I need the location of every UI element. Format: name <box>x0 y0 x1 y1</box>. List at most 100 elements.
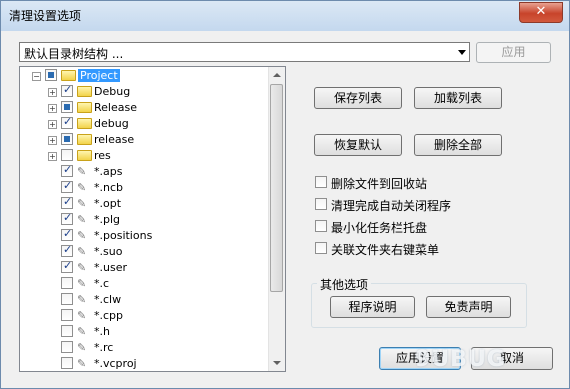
apply-button[interactable]: 应用 <box>476 42 551 63</box>
tree-checkbox[interactable] <box>61 115 73 129</box>
file-pattern-icon: ✎ <box>77 309 87 322</box>
tree-item-label: Debug <box>94 85 131 98</box>
tree-folder-row[interactable]: + Debug <box>20 83 268 100</box>
tree-file-row[interactable]: ✎ *.suo <box>20 243 268 260</box>
tree-file-row[interactable]: ✎ *.positions <box>20 227 268 244</box>
tree-file-row[interactable]: ✎ *.vcproj <box>20 356 268 371</box>
restore-default-button[interactable]: 恢复默认 <box>314 134 402 156</box>
tree-checkbox[interactable] <box>61 357 73 369</box>
tree-checkbox[interactable] <box>61 259 73 273</box>
file-pattern-icon: ✎ <box>77 357 87 370</box>
tree-checkbox[interactable] <box>61 195 73 209</box>
tree-folder-row[interactable]: + debug <box>20 115 268 132</box>
tree-scrollbar[interactable] <box>268 67 285 371</box>
tree-file-row[interactable]: ✎ *.clw <box>20 292 268 308</box>
tree-file-row[interactable]: ✎ *.aps <box>20 163 268 180</box>
option-checkbox[interactable] <box>315 242 327 254</box>
tree-item-label: *.cpp <box>94 309 124 322</box>
folder-icon <box>77 118 92 129</box>
tree-file-row[interactable]: ✎ *.h <box>20 324 268 340</box>
option-label: 清理完成自动关闭程序 <box>331 199 452 213</box>
tree-checkbox[interactable] <box>61 243 73 257</box>
load-list-button[interactable]: 加载列表 <box>414 87 502 109</box>
tree-checkbox[interactable] <box>61 133 73 145</box>
tree-item-label: *.rc <box>94 341 114 354</box>
tree-item-label: *.opt <box>94 197 122 210</box>
tree-file-row[interactable]: ✎ *.rc <box>20 340 268 356</box>
window-title: 清理设置选项 <box>9 9 82 23</box>
tree-item-label: *.h <box>94 325 110 338</box>
tree-checkbox[interactable] <box>61 211 73 225</box>
program-info-button[interactable]: 程序说明 <box>330 296 415 318</box>
option-label: 最小化任务栏托盘 <box>331 221 428 235</box>
collapse-icon[interactable]: − <box>32 72 41 81</box>
title-bar: 清理设置选项 ✕ <box>1 1 569 31</box>
tree-checkbox[interactable] <box>61 179 73 193</box>
tree-checkbox[interactable] <box>61 163 73 177</box>
tree-item-label: *.plg <box>94 213 121 226</box>
preset-select-value: 默认目录树结构 ... <box>24 47 124 61</box>
expand-icon[interactable]: + <box>48 104 57 113</box>
folder-icon <box>77 86 92 97</box>
scroll-down-arrow-icon[interactable] <box>269 355 285 371</box>
chevron-down-icon[interactable] <box>458 50 466 55</box>
tree-file-row[interactable]: ✎ *.ncb <box>20 179 268 196</box>
tree-checkbox[interactable] <box>61 101 73 113</box>
tree-item-label: res <box>94 149 111 162</box>
close-button[interactable]: ✕ <box>519 2 563 23</box>
file-pattern-icon: ✎ <box>77 229 87 242</box>
expand-icon[interactable]: + <box>48 136 57 145</box>
tree-checkbox[interactable] <box>45 69 57 81</box>
scrollbar-thumb[interactable] <box>270 84 283 292</box>
folder-icon <box>77 102 92 113</box>
delete-all-button[interactable]: 删除全部 <box>414 134 502 156</box>
tree-checkbox[interactable] <box>61 309 73 321</box>
option-label: 删除文件到回收站 <box>331 177 428 191</box>
scroll-up-arrow-icon[interactable] <box>269 67 285 83</box>
expand-icon[interactable]: + <box>48 152 57 161</box>
directory-tree[interactable]: ✎ *.vcproj ✎ *.rc ✎ *.h ✎ *.cpp ✎ *.clw ✎ *.c ✎ *.use… <box>19 66 286 372</box>
expand-icon[interactable]: + <box>48 88 57 97</box>
tree-item-label: *.c <box>94 277 110 290</box>
expand-icon[interactable]: + <box>48 120 57 129</box>
option-checkbox[interactable] <box>315 198 327 210</box>
save-list-button[interactable]: 保存列表 <box>314 87 402 109</box>
file-pattern-icon: ✎ <box>77 197 87 210</box>
tree-item-label: *.vcproj <box>94 357 137 370</box>
file-pattern-icon: ✎ <box>77 213 87 226</box>
tree-checkbox[interactable] <box>61 341 73 353</box>
tree-file-row[interactable]: ✎ *.c <box>20 276 268 292</box>
file-pattern-icon: ✎ <box>77 293 87 306</box>
tree-item-label: *.ncb <box>94 181 123 194</box>
option-checkbox[interactable] <box>315 220 327 232</box>
tree-folder-row[interactable]: + Release <box>20 100 268 116</box>
tree-item-label: *.suo <box>94 245 123 258</box>
tree-checkbox[interactable] <box>61 149 73 161</box>
tree-checkbox[interactable] <box>61 227 73 241</box>
option-checkbox[interactable] <box>315 176 327 188</box>
tree-file-row[interactable]: ✎ *.cpp <box>20 308 268 324</box>
tree-folder-row[interactable]: + res <box>20 148 268 164</box>
tree-file-row[interactable]: ✎ *.plg <box>20 211 268 228</box>
tree-item-label: release <box>94 133 135 146</box>
folder-icon <box>61 70 76 81</box>
file-pattern-icon: ✎ <box>77 165 87 178</box>
tree-checkbox[interactable] <box>61 325 73 337</box>
settings-dialog: 清理设置选项 ✕ 默认目录树结构 ... 应用 ✎ *.vcproj ✎ *.rc ✎ *… <box>0 0 570 389</box>
preset-select[interactable]: 默认目录树结构 ... <box>19 42 470 62</box>
tree-folder-row[interactable]: + release <box>20 132 268 148</box>
tree-item-label: Project <box>78 69 120 82</box>
tree-checkbox[interactable] <box>61 277 73 289</box>
file-pattern-icon: ✎ <box>77 245 87 258</box>
tree-item-label: *.clw <box>94 293 122 306</box>
tree-file-row[interactable]: ✎ *.opt <box>20 195 268 212</box>
file-pattern-icon: ✎ <box>77 261 87 274</box>
tree-file-row[interactable]: ✎ *.user <box>20 259 268 276</box>
tree-checkbox[interactable] <box>61 83 73 97</box>
disclaimer-button[interactable]: 免责声明 <box>426 296 511 318</box>
tree-folder-row[interactable]: − Project <box>20 68 268 84</box>
tree-item-label: debug <box>94 117 129 130</box>
tree-checkbox[interactable] <box>61 293 73 305</box>
tree-item-label: *.user <box>94 261 127 274</box>
folder-icon <box>77 134 92 145</box>
